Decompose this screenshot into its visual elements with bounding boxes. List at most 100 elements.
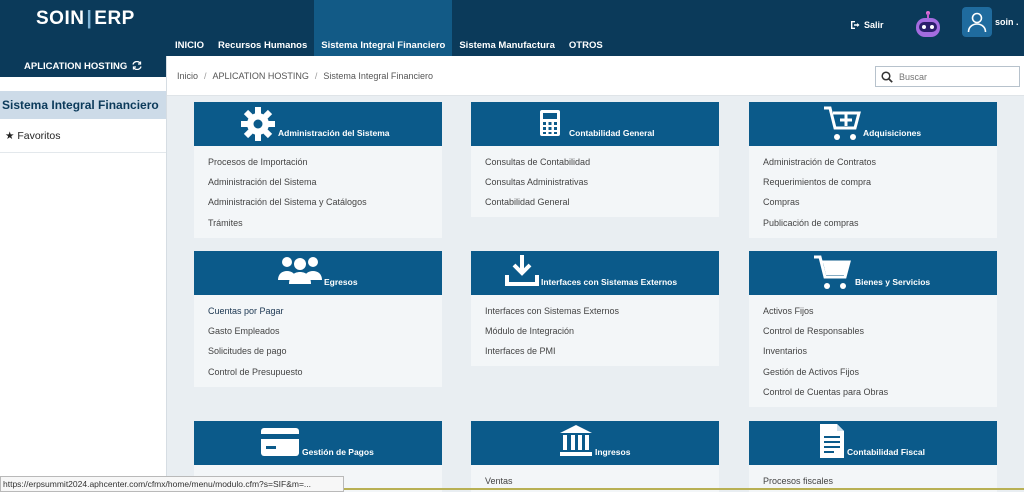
bottom-divider (344, 488, 1024, 490)
breadcrumb-aplication-hosting[interactable]: APLICATION HOSTING (213, 71, 309, 81)
module-card-interfaces: Interfaces con Sistemas Externos Interfa… (471, 251, 719, 366)
top-header: SOIN | ERP INICIO Recursos Humanos Sistema… (0, 0, 1024, 56)
module-card-adquisiciones: Adquisiciones Administración de Contrato… (749, 102, 997, 238)
card-header[interactable]: Bienes y Servicios (749, 251, 997, 295)
module-card-contabilidad-general: Contabilidad General Consultas de Contab… (471, 102, 719, 217)
user-avatar[interactable] (962, 7, 992, 37)
card-link[interactable]: Trámites (208, 213, 442, 233)
card-title: Adquisiciones (863, 128, 922, 138)
logo-text-right: ERP (94, 8, 135, 29)
sidebar-item-favoritos[interactable]: ★ Favoritos (0, 119, 166, 153)
bank-icon (560, 425, 592, 456)
card-link[interactable]: Administración del Sistema (208, 172, 442, 192)
user-name[interactable]: soin . (995, 17, 1019, 27)
nav-sistema-integral-financiero[interactable]: Sistema Integral Financiero (314, 0, 453, 56)
sidebar-item-sistema-integral-financiero[interactable]: Sistema Integral Financiero (0, 91, 166, 119)
card-title: Interfaces con Sistemas Externos (541, 277, 678, 287)
card-link[interactable]: Control de Presupuesto (208, 362, 442, 382)
robot-assistant-icon[interactable] (913, 10, 943, 40)
card-link-list: Activos Fijos Control de Responsables In… (749, 295, 997, 408)
card-link[interactable]: Administración del Sistema y Catálogos (208, 192, 442, 212)
card-header[interactable]: Ingresos (471, 421, 719, 465)
card-title: Ingresos (595, 447, 631, 457)
logo-text-left: SOIN (36, 8, 85, 29)
card-header[interactable]: Administración del Sistema (194, 102, 442, 146)
card-link[interactable]: Compras (763, 192, 997, 212)
gear-icon (241, 107, 275, 141)
card-link[interactable]: Consultas Administrativas (485, 172, 719, 192)
breadcrumb: Inicio / APLICATION HOSTING / Sistema Integr… (177, 71, 433, 81)
card-title: Bienes y Servicios (855, 277, 931, 287)
search-icon (881, 70, 893, 83)
cart-plus-icon (824, 106, 861, 140)
card-link[interactable]: Publicación de compras (763, 213, 997, 233)
card-title: Administración del Sistema (278, 128, 390, 138)
star-icon: ★ (5, 130, 15, 142)
logo-separator: | (86, 8, 93, 29)
module-card-administracion: Administración del Sistema Procesos de I… (194, 102, 442, 238)
refresh-icon (132, 60, 142, 71)
breadcrumb-bar: Inicio / APLICATION HOSTING / Sistema Integr… (167, 56, 1024, 96)
status-url-bar: https://erpsummit2024.aphcenter.com/cfmx… (0, 476, 344, 492)
nav-inicio[interactable]: INICIO (168, 34, 211, 58)
card-link[interactable]: Cuentas por Pagar (208, 301, 442, 321)
card-link[interactable]: Procesos de Importación (208, 152, 442, 172)
card-link[interactable]: Módulo de Integración (485, 321, 719, 341)
download-icon (505, 255, 539, 286)
card-title: Egresos (324, 277, 358, 287)
logout-icon (851, 21, 860, 29)
cart-icon (814, 255, 851, 289)
user-icon (967, 12, 987, 33)
card-link[interactable]: Contabilidad General (485, 192, 719, 212)
card-header[interactable]: Gestión de Pagos (194, 421, 442, 465)
card-link[interactable]: Gestión de Activos Fijos (763, 362, 997, 382)
nav-otros[interactable]: OTROS (562, 34, 610, 58)
card-title: Contabilidad General (569, 128, 655, 138)
nav-sistema-manufactura[interactable]: Sistema Manufactura (452, 34, 562, 58)
card-header[interactable]: Adquisiciones (749, 102, 997, 146)
card-link[interactable]: Administración de Contratos (763, 152, 997, 172)
card-link[interactable]: Solicitudes de pago (208, 341, 442, 361)
card-link-list: Consultas de Contabilidad Consultas Admi… (471, 146, 719, 219)
card-header[interactable]: Interfaces con Sistemas Externos (471, 251, 719, 295)
card-header[interactable]: Contabilidad General (471, 102, 719, 146)
card-link-list: Cuentas por Pagar Gasto Empleados Solici… (194, 295, 442, 388)
sidebar: APLICATION HOSTING Sistema Integral Fina… (0, 56, 167, 492)
card-title: Contabilidad Fiscal (847, 447, 925, 457)
sidebar-heading-label: APLICATION HOSTING (24, 61, 128, 72)
card-link[interactable]: Consultas de Contabilidad (485, 152, 719, 172)
breadcrumb-inicio[interactable]: Inicio (177, 71, 198, 81)
salir-label: Salir (864, 20, 884, 30)
card-link[interactable]: Interfaces con Sistemas Externos (485, 301, 719, 321)
card-header[interactable]: Egresos (194, 251, 442, 295)
card-link-list: Interfaces con Sistemas Externos Módulo … (471, 295, 719, 368)
card-link[interactable]: Gasto Empleados (208, 321, 442, 341)
calculator-icon (540, 110, 560, 136)
breadcrumb-current: Sistema Integral Financiero (323, 71, 433, 81)
search-input[interactable] (899, 71, 1009, 82)
card-link[interactable]: Control de Responsables (763, 321, 997, 341)
module-card-contabilidad-fiscal: Contabilidad Fiscal Procesos fiscales (749, 421, 997, 492)
search-box (875, 66, 1020, 87)
nav-recursos-humanos[interactable]: Recursos Humanos (211, 34, 314, 58)
card-link-list: Procesos de Importación Administración d… (194, 146, 442, 239)
module-card-bienes-y-servicios: Bienes y Servicios Activos Fijos Control… (749, 251, 997, 407)
card-link[interactable]: Inventarios (763, 341, 997, 361)
module-card-ingresos: Ingresos Ventas (471, 421, 719, 492)
credit-card-icon (261, 428, 299, 456)
document-icon (820, 424, 844, 458)
module-card-egresos: Egresos Cuentas por Pagar Gasto Empleado… (194, 251, 442, 387)
card-link[interactable]: Interfaces de PMI (485, 341, 719, 361)
card-link[interactable]: Control de Cuentas para Obras (763, 382, 997, 402)
sidebar-heading[interactable]: APLICATION HOSTING (0, 56, 166, 77)
favoritos-label: Favoritos (17, 130, 61, 142)
card-link[interactable]: Requerimientos de compra (763, 172, 997, 192)
card-header[interactable]: Contabilidad Fiscal (749, 421, 997, 465)
card-link[interactable]: Activos Fijos (763, 301, 997, 321)
card-title: Gestión de Pagos (302, 447, 374, 457)
salir-button[interactable]: Salir (850, 20, 884, 30)
card-link-list: Administración de Contratos Requerimient… (749, 146, 997, 239)
users-icon (278, 257, 322, 284)
soin-erp-logo[interactable]: SOIN | ERP (36, 8, 135, 30)
main-nav: INICIO Recursos Humanos Sistema Integral… (168, 0, 610, 58)
